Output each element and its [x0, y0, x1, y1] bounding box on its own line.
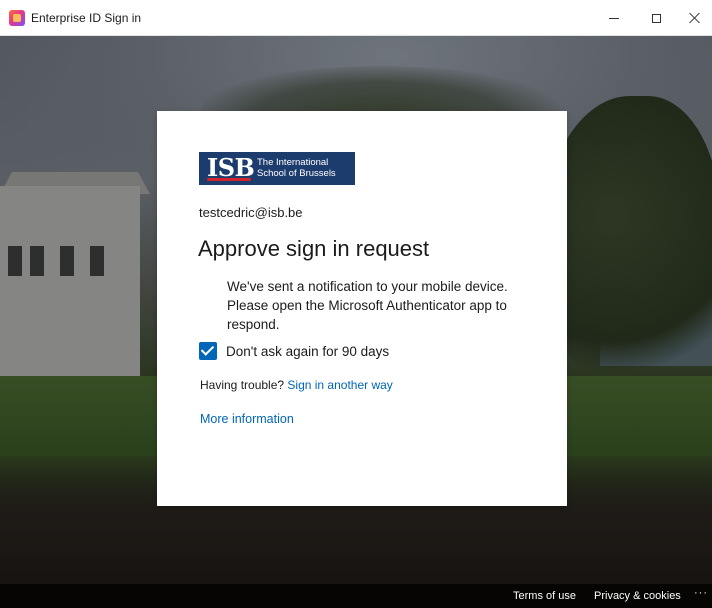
checkmark-icon: [200, 342, 215, 356]
account-email: testcedric@isb.be: [199, 205, 303, 220]
logo-line-2: School of Brussels: [257, 168, 336, 179]
remember-checkbox[interactable]: [199, 342, 217, 360]
terms-of-use-link[interactable]: Terms of use: [513, 590, 576, 603]
signin-window: Enterprise ID Sign in ISB The Internatio…: [0, 0, 712, 608]
sign-in-another-way-link[interactable]: Sign in another way: [287, 378, 392, 392]
minimize-icon: [609, 17, 619, 19]
close-button[interactable]: [678, 0, 712, 36]
more-options-button[interactable]: ···: [694, 587, 708, 600]
app-icon: [9, 10, 25, 26]
signin-card: ISB The International School of Brussels…: [157, 111, 567, 506]
maximize-button[interactable]: [636, 0, 676, 36]
title-bar: Enterprise ID Sign in: [0, 0, 712, 36]
page-title: Approve sign in request: [198, 236, 430, 261]
logo-line-1: The International: [257, 157, 329, 168]
instruction-text: We've sent a notification to your mobile…: [227, 279, 508, 332]
trouble-text: Having trouble?: [200, 378, 285, 392]
more-information-link[interactable]: More information: [200, 411, 294, 427]
logo-swoosh: [207, 178, 251, 181]
close-icon: [689, 12, 701, 24]
minimize-button[interactable]: [594, 0, 634, 36]
isb-logo: ISB The International School of Brussels: [199, 152, 355, 185]
remember-checkbox-label[interactable]: Don't ask again for 90 days: [226, 343, 389, 360]
privacy-cookies-link[interactable]: Privacy & cookies: [594, 590, 681, 603]
footer-bar: Terms of use Privacy & cookies ···: [0, 584, 712, 608]
maximize-icon: [651, 13, 661, 23]
logo-text: The International School of Brussels: [257, 157, 353, 179]
trouble-row: Having trouble? Sign in another way: [200, 378, 393, 393]
window-title: Enterprise ID Sign in: [31, 11, 142, 25]
